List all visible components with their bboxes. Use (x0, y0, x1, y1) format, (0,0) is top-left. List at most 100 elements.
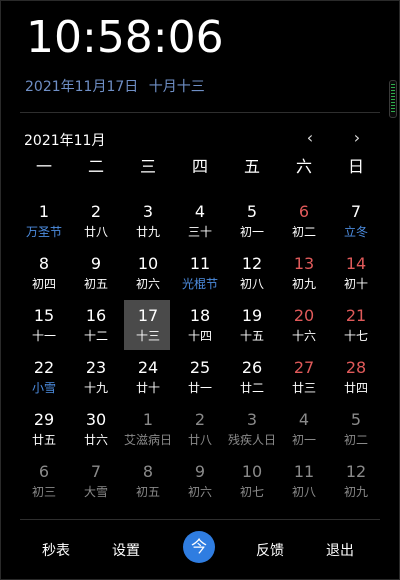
day-number: 6 (38, 462, 50, 481)
lunar-day: 廿二 (239, 381, 264, 395)
day-number: 19 (241, 306, 263, 325)
day-number: 3 (246, 410, 258, 429)
day-cell[interactable]: 30 廿六 (70, 406, 122, 458)
day-number: 29 (33, 410, 55, 429)
month-title: 2021年11月 (24, 133, 106, 149)
day-number: 10 (241, 462, 263, 481)
day-number: 21 (345, 306, 367, 325)
day-cell[interactable]: 28 廿四 (330, 354, 382, 406)
festival-label: 光棍节 (181, 277, 218, 291)
day-cell[interactable]: 6 初三 (18, 458, 70, 510)
day-cell[interactable]: 10 初六 (122, 250, 174, 302)
day-cell[interactable]: 9 初六 (174, 458, 226, 510)
day-number: 23 (85, 358, 107, 377)
lunar-day: 十四 (187, 329, 212, 343)
calendar-grid: 1 万圣节 2 廿八 3 廿九 4 三十 5 初一 6 初二 7 立冬 8 初四 9 初五 10 初六 11 光棍节 12 初… (18, 198, 382, 510)
day-number: 7 (350, 202, 362, 221)
day-cell[interactable]: 24 廿十 (122, 354, 174, 406)
gregorian-date: 2021年11月17日 (25, 79, 139, 95)
day-number: 14 (345, 254, 367, 273)
day-number: 10 (137, 254, 159, 273)
lunar-day: 初九 (343, 485, 368, 499)
lunar-day: 初八 (291, 485, 316, 499)
day-cell[interactable]: 8 初四 (18, 250, 70, 302)
chevron-right-icon[interactable]: › (347, 128, 367, 148)
day-cell[interactable]: 18 十四 (174, 302, 226, 354)
lunar-day: 十六 (291, 329, 316, 343)
day-cell[interactable]: 1 万圣节 (18, 198, 70, 250)
lunar-day: 初六 (187, 485, 212, 499)
day-number: 13 (293, 254, 315, 273)
settings-button[interactable]: 设置 (112, 540, 140, 560)
day-cell[interactable]: 9 初五 (70, 250, 122, 302)
day-cell[interactable]: 23 十九 (70, 354, 122, 406)
lunar-day: 廿四 (343, 381, 368, 395)
lunar-day: 初八 (239, 277, 264, 291)
lunar-day: 残疾人日 (227, 433, 276, 447)
day-cell[interactable]: 4 初一 (278, 406, 330, 458)
day-number: 24 (137, 358, 159, 377)
festival-label: 立冬 (343, 225, 368, 239)
day-number: 4 (298, 410, 310, 429)
day-cell[interactable]: 2 廿八 (174, 406, 226, 458)
day-cell[interactable]: 11 初八 (278, 458, 330, 510)
lunar-day: 初六 (135, 277, 160, 291)
day-cell[interactable]: 3 廿九 (122, 198, 174, 250)
weekday-fri: 五 (243, 157, 260, 176)
today-button[interactable]: 今 (183, 531, 215, 563)
day-cell[interactable]: 12 初八 (226, 250, 278, 302)
day-cell-today[interactable]: 17 十三 (122, 302, 174, 354)
day-cell[interactable]: 16 十二 (70, 302, 122, 354)
weekday-sun: 日 (347, 157, 364, 176)
day-cell[interactable]: 8 初五 (122, 458, 174, 510)
weekday-thu: 四 (191, 157, 208, 176)
day-cell[interactable]: 22 小雪 (18, 354, 70, 406)
day-cell[interactable]: 4 三十 (174, 198, 226, 250)
day-cell[interactable]: 27 廿三 (278, 354, 330, 406)
day-cell[interactable]: 14 初十 (330, 250, 382, 302)
day-cell[interactable]: 29 廿五 (18, 406, 70, 458)
day-cell[interactable]: 21 十七 (330, 302, 382, 354)
lunar-day: 初七 (239, 485, 264, 499)
day-cell[interactable]: 2 廿八 (70, 198, 122, 250)
day-cell[interactable]: 6 初二 (278, 198, 330, 250)
feedback-button[interactable]: 反馈 (256, 540, 284, 560)
day-cell[interactable]: 12 初九 (330, 458, 382, 510)
day-cell[interactable]: 10 初七 (226, 458, 278, 510)
day-cell[interactable]: 25 廿一 (174, 354, 226, 406)
lunar-day: 初十 (343, 277, 368, 291)
day-cell[interactable]: 20 十六 (278, 302, 330, 354)
chevron-left-icon[interactable]: ‹ (300, 128, 320, 148)
day-number: 4 (194, 202, 206, 221)
stopwatch-button[interactable]: 秒表 (42, 540, 70, 560)
scroll-grip-icon[interactable] (389, 80, 397, 118)
lunar-day: 初九 (291, 277, 316, 291)
day-number: 28 (345, 358, 367, 377)
day-cell[interactable]: 26 廿二 (226, 354, 278, 406)
lunar-day: 初一 (291, 433, 316, 447)
day-cell[interactable]: 3 残疾人日 (226, 406, 278, 458)
day-cell[interactable]: 5 初一 (226, 198, 278, 250)
exit-button[interactable]: 退出 (326, 540, 354, 560)
lunar-day: 廿一 (187, 381, 212, 395)
festival-label: 万圣节 (25, 225, 62, 239)
day-number: 30 (85, 410, 107, 429)
day-cell[interactable]: 1 艾滋病日 (122, 406, 174, 458)
day-cell[interactable]: 5 初二 (330, 406, 382, 458)
day-cell[interactable]: 7 大雪 (70, 458, 122, 510)
lunar-day: 十三 (135, 329, 160, 343)
day-number: 8 (142, 462, 154, 481)
weekday-wed: 三 (139, 157, 156, 176)
day-cell[interactable]: 7 立冬 (330, 198, 382, 250)
day-cell[interactable]: 19 十五 (226, 302, 278, 354)
day-cell[interactable]: 11 光棍节 (174, 250, 226, 302)
bottom-divider (20, 519, 380, 520)
day-number: 12 (345, 462, 367, 481)
day-number: 11 (293, 462, 315, 481)
day-number: 1 (38, 202, 50, 221)
day-cell[interactable]: 15 十一 (18, 302, 70, 354)
day-cell[interactable]: 13 初九 (278, 250, 330, 302)
lunar-day: 大雪 (83, 485, 108, 499)
lunar-day: 艾滋病日 (123, 433, 172, 447)
day-number: 9 (194, 462, 206, 481)
